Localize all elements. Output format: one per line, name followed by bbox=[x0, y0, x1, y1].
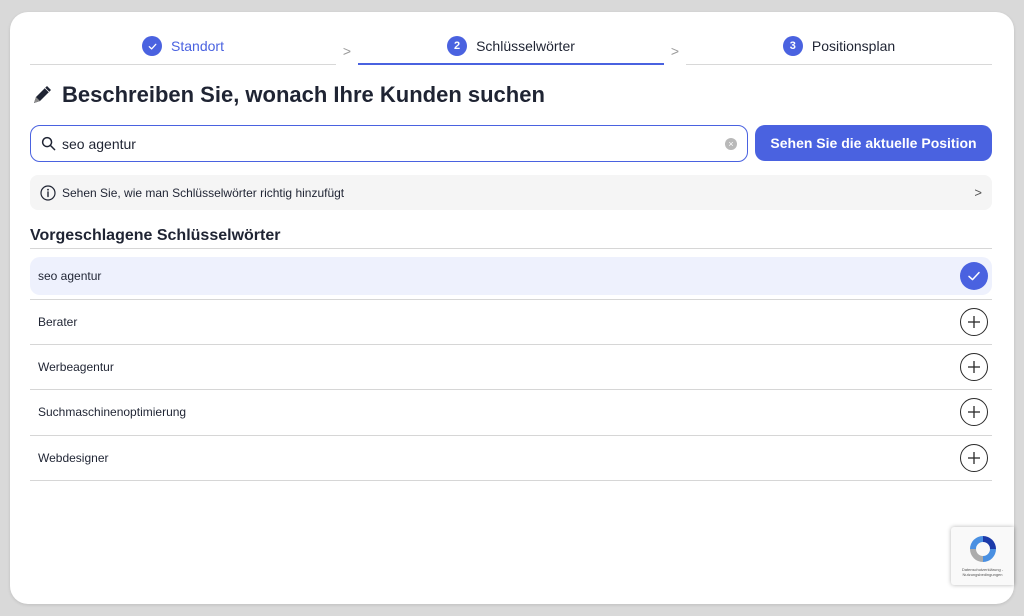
suggestions-title: Vorgeschlagene Schlüsselwörter bbox=[30, 227, 281, 244]
plus-icon[interactable] bbox=[960, 352, 988, 381]
keyword-label: Webdesigner bbox=[38, 450, 109, 465]
list-item[interactable]: Werbeagentur bbox=[30, 345, 992, 390]
step-standort[interactable]: Standort bbox=[30, 32, 336, 65]
keyword-label: Berater bbox=[38, 314, 78, 329]
step-positionsplan[interactable]: 3 Positionsplan bbox=[686, 32, 992, 65]
main-card: Standort > 2 Schlüsselwörter > 3 Positio… bbox=[10, 12, 1014, 604]
page-title-text: Beschreiben Sie, wonach Ihre Kunden such… bbox=[62, 82, 545, 107]
chevron-right-icon: > bbox=[342, 42, 352, 59]
step-label: Positionsplan bbox=[811, 38, 896, 54]
list-item[interactable]: Berater bbox=[30, 299, 992, 345]
step-label: Schlüsselwörter bbox=[476, 37, 575, 54]
keyword-label: Suchmaschinenoptimierung bbox=[38, 405, 187, 420]
info-link[interactable]: Sehen Sie, wie man Schlüsselwörter richt… bbox=[30, 175, 992, 210]
search-icon bbox=[41, 136, 56, 151]
plus-icon[interactable] bbox=[960, 398, 988, 427]
step-schluesselwoerter[interactable]: 2 Schlüsselwörter bbox=[358, 32, 664, 65]
keyword-label: Werbeagentur bbox=[38, 359, 114, 374]
check-icon[interactable] bbox=[960, 262, 988, 290]
step-number-badge: 3 bbox=[782, 36, 803, 56]
info-icon bbox=[40, 184, 56, 201]
search-box[interactable]: × bbox=[30, 125, 748, 162]
recaptcha-text[interactable]: Datenschutzerklärung - Nutzungsbedingung… bbox=[951, 567, 1014, 577]
pen-icon bbox=[34, 86, 51, 103]
recaptcha-logo-icon bbox=[969, 536, 996, 562]
list-item[interactable]: seo agentur bbox=[30, 257, 992, 295]
search-input[interactable] bbox=[62, 135, 719, 152]
stepper: Standort > 2 Schlüsselwörter > 3 Positio… bbox=[30, 32, 992, 65]
suggestions-list: seo agentur Berater Werbeagentur Suchmas… bbox=[30, 248, 992, 481]
chevron-right-icon: > bbox=[974, 185, 982, 200]
step-label: Standort bbox=[171, 38, 224, 54]
step-number-badge: 2 bbox=[447, 35, 468, 56]
list-item[interactable]: Webdesigner bbox=[30, 436, 992, 481]
plus-icon[interactable] bbox=[960, 307, 988, 336]
check-position-button[interactable]: Sehen Sie die aktuelle Position bbox=[755, 125, 992, 161]
chevron-right-icon: > bbox=[670, 42, 680, 59]
keyword-label: seo agentur bbox=[38, 269, 102, 283]
recaptcha-badge[interactable]: Datenschutzerklärung - Nutzungsbedingung… bbox=[951, 527, 1014, 585]
plus-icon[interactable] bbox=[960, 443, 988, 472]
list-item[interactable]: Suchmaschinenoptimierung bbox=[30, 390, 992, 436]
page-title: Beschreiben Sie, wonach Ihre Kunden such… bbox=[30, 82, 545, 108]
clear-icon[interactable]: × bbox=[725, 137, 737, 150]
info-text: Sehen Sie, wie man Schlüsselwörter richt… bbox=[62, 185, 345, 200]
check-icon bbox=[142, 36, 163, 56]
